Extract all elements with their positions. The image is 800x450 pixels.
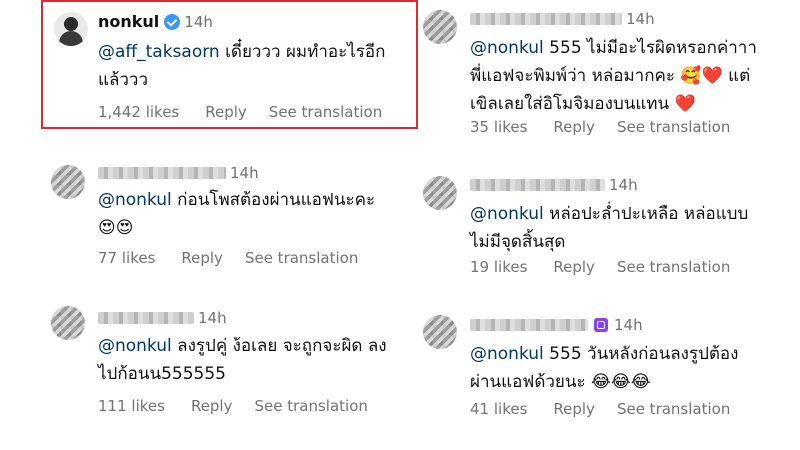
avatar-head — [64, 17, 78, 31]
comment-line: หล่อปะล่ำปะเหลือ หล่อแบบ — [543, 204, 749, 224]
comment-time: 14h — [184, 12, 213, 31]
blurred-username[interactable] — [470, 13, 622, 25]
reply-button[interactable]: Reply — [553, 118, 595, 136]
blurred-username[interactable] — [98, 312, 194, 324]
comment-line: พี่แอฟจะพิมพ์ว่า หล่อมากคะ 🥰❤️ แต่ — [470, 66, 751, 86]
see-translation-button[interactable]: See translation — [254, 397, 367, 415]
username[interactable]: nonkul — [98, 12, 159, 31]
comment-text: @nonkul 555 ไม่มีอะไรผิดหรอกค่าาา พี่แอฟ… — [470, 34, 757, 118]
comment-time: 14h — [198, 309, 227, 327]
comment-header: 14h — [470, 176, 638, 194]
comment-time: 14h — [614, 316, 643, 334]
reply-button[interactable]: Reply — [191, 397, 233, 415]
comment-line: เดี๋ยววว ผมทำอะไรอีก — [219, 42, 386, 62]
comment-line: 555 วันหลังก่อนลงรูปต้อง — [543, 344, 739, 364]
comment-text: @nonkul 555 วันหลังก่อนลงรูปต้อง ผ่านแอฟ… — [470, 340, 738, 396]
see-translation-button[interactable]: See translation — [269, 103, 382, 121]
comment-header: 14h — [470, 316, 643, 334]
comment-actions: 19 likes Reply See translation — [470, 258, 730, 276]
reply-button[interactable]: Reply — [553, 400, 595, 418]
comment-header: 14h — [98, 309, 227, 327]
likes-count[interactable]: 35 likes — [470, 118, 527, 136]
comment-line: ลงรูปคู่ ง้อเลย จะถูกจะผิด ลง — [171, 336, 387, 356]
left-comment-column: nonkul 14h @aff_taksaorn เดี๋ยววว ผมทำอะ… — [0, 0, 418, 450]
comment-line: 😍😍 — [98, 218, 134, 238]
comment-actions: 77 likes Reply See translation — [98, 249, 358, 267]
comment-text: @nonkul ลงรูปคู่ ง้อเลย จะถูกจะผิด ลง ไป… — [98, 332, 387, 388]
likes-count[interactable]: 41 likes — [470, 400, 527, 418]
user-avatar[interactable] — [54, 12, 88, 46]
avatar-body — [59, 31, 83, 46]
verified-badge-icon — [164, 13, 181, 30]
comment-line: เขิลเลยใส่อิโมจิมองบนแทน ❤️ — [470, 94, 696, 114]
mention-link[interactable]: @aff_taksaorn — [98, 42, 220, 62]
blurred-username[interactable] — [470, 319, 588, 331]
blurred-username[interactable] — [98, 167, 226, 179]
comment-line: ไปก้อนน555555 — [98, 364, 226, 384]
comment-time: 14h — [626, 10, 655, 28]
mention-link[interactable]: @nonkul — [470, 38, 544, 58]
comment-line: ก่อนโพสต้องผ่านแอฟนะคะ — [171, 190, 376, 210]
likes-count[interactable]: 111 likes — [98, 397, 165, 415]
reply-button[interactable]: Reply — [181, 249, 223, 267]
comment-line: 555 ไม่มีอะไรผิดหรอกค่าาา — [543, 38, 757, 58]
comment-header: 14h — [98, 164, 259, 182]
user-avatar[interactable] — [423, 176, 457, 210]
comment-actions: 111 likes Reply See translation — [98, 397, 368, 415]
comment-text: @nonkul ก่อนโพสต้องผ่านแอฟนะคะ 😍😍 — [98, 186, 375, 242]
blurred-username[interactable] — [470, 179, 605, 191]
comment-header: nonkul 14h — [98, 12, 213, 31]
mention-link[interactable]: @nonkul — [98, 190, 172, 210]
comment-line: ไม่มีจุดสิ้นสุด — [470, 232, 566, 252]
comment-time: 14h — [230, 164, 259, 182]
comment-time: 14h — [609, 176, 638, 194]
comment-text: @aff_taksaorn เดี๋ยววว ผมทำอะไรอีก แล้วว… — [98, 38, 385, 94]
comment-line: ผ่านแอฟด้วยนะ 😂😂😂 — [470, 372, 651, 392]
user-avatar[interactable] — [423, 10, 457, 44]
user-avatar[interactable] — [423, 315, 457, 349]
comment-actions: 41 likes Reply See translation — [470, 400, 730, 418]
comment-header: 14h — [470, 10, 655, 28]
user-avatar[interactable] — [51, 165, 85, 199]
see-translation-button[interactable]: See translation — [617, 400, 730, 418]
see-translation-button[interactable]: See translation — [245, 249, 358, 267]
comment-text: @nonkul หล่อปะล่ำปะเหลือ หล่อแบบ ไม่มีจุ… — [470, 200, 748, 256]
comment-line: แล้ววว — [98, 70, 149, 90]
likes-count[interactable]: 19 likes — [470, 258, 527, 276]
right-comment-column: 14h @nonkul 555 ไม่มีอะไรผิดหรอกค่าาา พี… — [400, 0, 800, 450]
reply-button[interactable]: Reply — [553, 258, 595, 276]
likes-count[interactable]: 77 likes — [98, 249, 155, 267]
comment-actions: 35 likes Reply See translation — [470, 118, 730, 136]
user-avatar[interactable] — [51, 306, 85, 340]
see-translation-button[interactable]: See translation — [617, 118, 730, 136]
likes-count[interactable]: 1,442 likes — [98, 103, 179, 121]
subscriber-badge-icon — [594, 318, 608, 332]
mention-link[interactable]: @nonkul — [470, 344, 544, 364]
reply-button[interactable]: Reply — [205, 103, 247, 121]
mention-link[interactable]: @nonkul — [98, 336, 172, 356]
mention-link[interactable]: @nonkul — [470, 204, 544, 224]
comment-actions: 1,442 likes Reply See translation — [98, 103, 382, 121]
see-translation-button[interactable]: See translation — [617, 258, 730, 276]
